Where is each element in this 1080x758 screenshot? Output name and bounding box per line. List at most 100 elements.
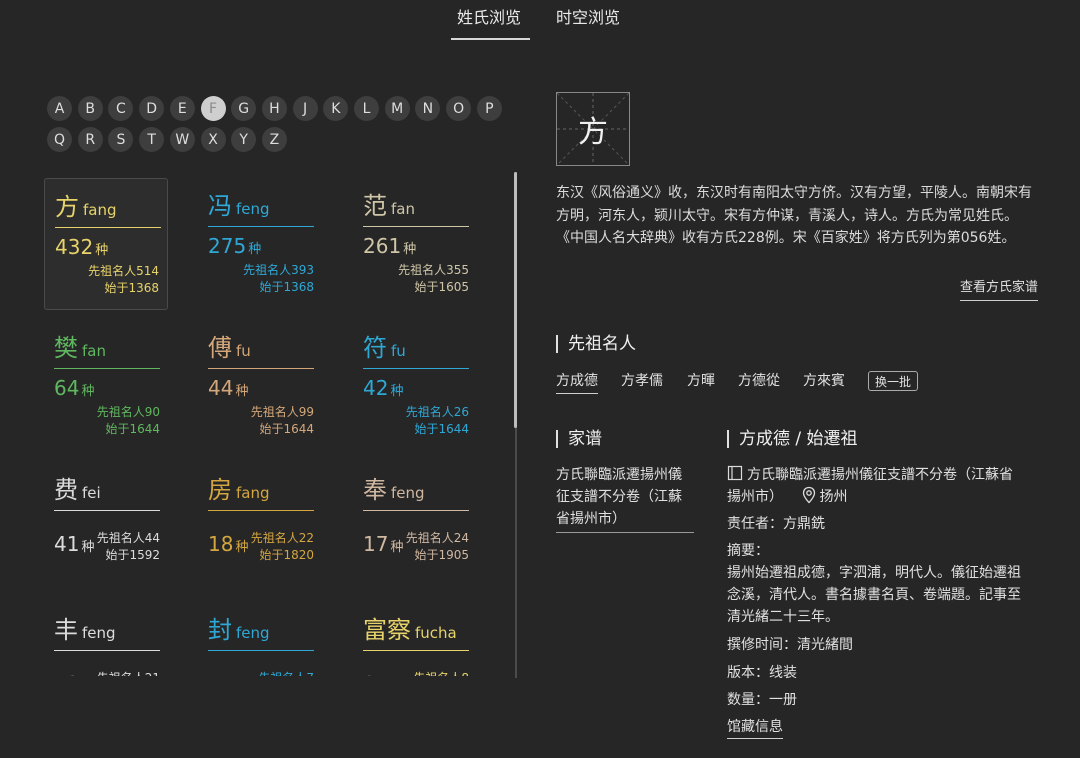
start-year: 始于1368 [259, 280, 314, 294]
letter-y[interactable]: Y [231, 127, 257, 152]
ancestor-item[interactable]: 方暉 [687, 370, 715, 390]
surname-card[interactable]: 符 fu 42 种先祖名人26 始于1644 [353, 320, 477, 452]
surname-meta: 先祖名人99 始于1644 [251, 404, 314, 438]
letter-h[interactable]: H [261, 96, 287, 121]
letter-e[interactable]: E [169, 96, 195, 121]
letter-s[interactable]: S [108, 127, 134, 152]
letter-n[interactable]: N [415, 96, 441, 121]
count-unit: 种 [390, 384, 404, 399]
ancestor-count: 先祖名人26 [405, 405, 469, 419]
surname-meta: 先祖名人355 始于1605 [398, 262, 469, 296]
surname-pinyin: fan [391, 200, 415, 218]
surname-count: 275 种 [208, 234, 261, 258]
surname-char: 富察 [363, 616, 411, 644]
library-info-link[interactable]: 馆藏信息 [727, 719, 783, 739]
surname-card[interactable]: 富察fucha 9种 先祖名人8 [353, 602, 477, 676]
library-info-link-row: 馆藏信息 [727, 716, 783, 739]
start-year: 始于1905 [414, 548, 469, 562]
letter-r[interactable]: R [77, 127, 103, 152]
surname-pinyin: fu [391, 342, 406, 360]
surname-card[interactable]: 冯 feng 275 种先祖名人393 始于1368 [198, 178, 322, 310]
surname-meta: 先祖名人44 始于1592 [97, 530, 160, 564]
surname-count: 64 种 [54, 376, 94, 400]
record-abstract: 揚州始遷祖成德，字泗浦，明代人。儀征始遷祖念溪，清代人。書名據書名頁、卷端題。記… [727, 565, 1021, 625]
record-time: 撰修时间：清光緒間 [727, 637, 853, 653]
ancestor-count: 先祖名人514 [88, 264, 159, 278]
ancestor-item[interactable]: 方成德 [556, 370, 598, 394]
letter-p[interactable]: P [476, 96, 502, 121]
surname-card[interactable]: 丰feng 12种先祖名人21 [44, 602, 168, 676]
surname-character-box: 方 [556, 92, 630, 166]
surname-pinyin: fang [236, 484, 270, 502]
scrollbar-thumb[interactable] [514, 172, 517, 428]
letter-q[interactable]: Q [47, 127, 72, 152]
surname-card[interactable]: 奉 feng 17 种先祖名人24 始于1905 [353, 462, 477, 594]
surname-meta: 先祖名人90 始于1644 [97, 404, 160, 438]
surname-card[interactable]: 樊 fan 64 种先祖名人90 始于1644 [44, 320, 168, 452]
letter-t[interactable]: T [139, 127, 165, 152]
surname-char: 房 [208, 476, 232, 504]
surname-description: 东汉《风俗通义》收，东汉时有南阳太守方侪。汉有方望，平陵人。南朝宋有方明，河东人… [556, 185, 1032, 246]
surname-pinyin: feng [82, 624, 116, 642]
letter-a[interactable]: A [47, 96, 72, 121]
count-value: 42 [363, 376, 389, 400]
count-value: 64 [54, 376, 80, 400]
ancestor-item[interactable]: 方來賓 [803, 370, 845, 390]
letter-b[interactable]: B [77, 96, 103, 121]
surname-divider [363, 226, 469, 227]
surname-name: 傅 fu [208, 328, 251, 363]
surname-char: 范 [363, 192, 387, 220]
letter-w[interactable]: W [169, 127, 195, 152]
ancestor-item[interactable]: 方德從 [738, 370, 780, 390]
ancestor-count: 先祖名人90 [96, 405, 160, 419]
surname-card[interactable]: 范 fan 261 种先祖名人355 始于1605 [353, 178, 477, 310]
letter-c[interactable]: C [108, 96, 134, 121]
letter-o[interactable]: O [446, 96, 472, 121]
letter-x[interactable]: X [200, 127, 226, 152]
count-unit: 种 [95, 243, 109, 258]
surname-meta: 先祖名人393 始于1368 [243, 262, 314, 296]
letter-j[interactable]: J [292, 96, 318, 121]
surname-divider [208, 226, 314, 227]
start-year: 始于1820 [259, 548, 314, 562]
surname-divider [54, 368, 160, 369]
surname-pinyin: fang [83, 201, 117, 219]
letter-z[interactable]: Z [261, 127, 287, 152]
letter-k[interactable]: K [323, 96, 349, 121]
letter-g[interactable]: G [231, 96, 257, 121]
tab-surname-browse[interactable]: 姓氏浏览 [457, 4, 521, 28]
record-abstract-label: 摘要： [727, 543, 769, 559]
location-pin-icon [803, 486, 816, 504]
surname-name: 樊 fan [54, 328, 106, 363]
ancestor-count: 先祖名人8 [413, 670, 469, 676]
letter-l[interactable]: L [354, 96, 379, 121]
start-year: 始于1368 [104, 281, 159, 295]
surname-card[interactable]: 傅 fu 44 种先祖名人99 始于1644 [198, 320, 322, 452]
ancestor-count: 先祖名人24 [405, 531, 469, 545]
surname-meta: 先祖名人24 始于1905 [406, 530, 469, 564]
surname-card[interactable]: 房 fang 18 种先祖名人22 始于1820 [198, 462, 322, 594]
record-quantity: 数量：一册 [727, 692, 797, 708]
active-tab-indicator [451, 38, 530, 40]
surname-count: 42 种 [363, 376, 403, 400]
surname-char: 方 [55, 193, 79, 221]
surname-char: 符 [363, 334, 387, 362]
view-genealogy-link[interactable]: 查看方氏家谱 [960, 276, 1039, 301]
surname-divider [363, 650, 469, 651]
tab-spacetime-browse[interactable]: 时空浏览 [556, 4, 620, 28]
swap-batch-button[interactable]: 换一批 [868, 371, 918, 391]
surname-char: 奉 [363, 476, 387, 504]
surname-card[interactable]: 方 fang 432 种先祖名人514 始于1368 [44, 178, 168, 310]
surname-card[interactable]: 费 fei 41 种先祖名人44 始于1592 [44, 462, 168, 594]
letter-m[interactable]: M [384, 96, 410, 121]
letter-f[interactable]: F [200, 96, 226, 121]
letter-d[interactable]: D [139, 96, 165, 121]
ancestor-item[interactable]: 方孝儒 [621, 370, 663, 390]
surname-card[interactable]: 封feng 11种 先祖名人7 [198, 602, 322, 676]
surname-character: 方 [578, 115, 608, 150]
surname-name: 封 feng [208, 610, 270, 645]
surname-divider [54, 650, 160, 651]
record-title: 方成德 / 始遷祖 [727, 430, 858, 448]
genealogy-item[interactable]: 方氏聯臨派遷揚州儀征支譜不分卷（江蘇省揚州市） [556, 464, 694, 533]
surname-pinyin: fucha [415, 624, 457, 642]
